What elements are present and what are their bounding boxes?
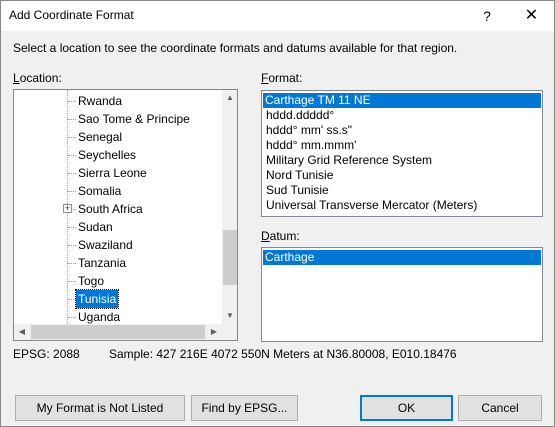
datum-label: Datum: (261, 229, 300, 243)
tree-connector-branch (68, 101, 76, 102)
expand-icon[interactable]: + (63, 204, 72, 213)
horizontal-scroll-thumb[interactable] (31, 325, 205, 339)
format-list-item[interactable]: Sud Tunisie (264, 183, 331, 198)
scroll-right-icon[interactable]: ▶ (206, 324, 222, 340)
format-label: Format: (261, 71, 303, 85)
tree-connector-branch (68, 173, 76, 174)
window-title: Add Coordinate Format (9, 8, 134, 22)
location-label: Location: (13, 71, 62, 85)
datum-listbox[interactable]: Carthage (261, 247, 543, 342)
scroll-left-icon[interactable]: ◀ (14, 324, 30, 340)
location-tree-item[interactable]: Rwanda (76, 92, 124, 110)
format-list-item[interactable]: hddd° mm' ss.s" (264, 123, 354, 138)
format-list-item[interactable]: Carthage TM 11 NE (263, 93, 541, 108)
vertical-scroll-thumb[interactable] (223, 230, 237, 285)
tree-connector-branch (68, 155, 76, 156)
location-horizontal-scrollbar[interactable]: ◀ ▶ (14, 324, 222, 340)
scroll-down-icon[interactable]: ▼ (222, 308, 237, 324)
location-tree-item[interactable]: Swaziland (76, 236, 135, 254)
location-tree-item[interactable]: Sudan (76, 218, 115, 236)
ok-button[interactable]: OK (360, 395, 453, 421)
format-list-item[interactable]: hddd° mm.mmm' (264, 138, 358, 153)
add-coordinate-format-dialog: Add Coordinate Format ? ✕ Select a locat… (0, 0, 555, 427)
epsg-code: EPSG: 2088 (13, 347, 80, 361)
find-by-epsg-button[interactable]: Find by EPSG... (191, 395, 298, 421)
tree-connector-branch (68, 263, 76, 264)
location-tree[interactable]: Rwanda Sao Tome & Principe Senegal Seychell… (13, 89, 238, 341)
help-button[interactable]: ? (467, 1, 507, 31)
location-tree-item[interactable]: Tanzania (76, 254, 128, 272)
location-tree-item[interactable]: Togo (76, 272, 106, 290)
format-list-item[interactable]: Military Grid Reference System (264, 153, 434, 168)
location-tree-item[interactable]: Somalia (76, 182, 123, 200)
sample-coordinate: Sample: 427 216E 4072 550N Meters at N36… (109, 347, 457, 361)
cancel-button[interactable]: Cancel (458, 395, 542, 421)
location-tree-item[interactable]: Tunisia (74, 289, 120, 309)
my-format-not-listed-button[interactable]: My Format is Not Listed (15, 395, 185, 421)
tree-connector-branch (68, 119, 76, 120)
close-button[interactable]: ✕ (509, 1, 554, 31)
tree-connector-branch (68, 137, 76, 138)
location-tree-items: Rwanda Sao Tome & Principe Senegal Seychell… (14, 90, 222, 324)
format-list-item[interactable]: Universal Transverse Mercator (Meters) (264, 198, 479, 213)
location-tree-item[interactable]: South Africa (76, 200, 145, 218)
tree-connector-branch (68, 299, 76, 300)
title-bar: Add Coordinate Format ? ✕ (1, 1, 554, 31)
location-tree-item[interactable]: Sierra Leone (76, 164, 149, 182)
location-tree-item[interactable]: Sao Tome & Principe (76, 110, 192, 128)
tree-connector-branch (68, 227, 76, 228)
location-tree-item[interactable]: Senegal (76, 128, 124, 146)
instruction-text: Select a location to see the coordinate … (13, 41, 458, 55)
datum-list-item[interactable]: Carthage (263, 250, 541, 265)
location-tree-item[interactable]: Seychelles (76, 146, 138, 164)
scroll-up-icon[interactable]: ▲ (222, 90, 237, 106)
tree-connector-branch (68, 191, 76, 192)
location-vertical-scrollbar[interactable]: ▲ ▼ (222, 90, 237, 324)
tree-connector-branch (68, 245, 76, 246)
format-list-item[interactable]: hddd.ddddd° (264, 108, 336, 123)
tree-connector-branch (68, 281, 76, 282)
tree-connector-branch (68, 317, 76, 318)
scrollbar-corner (222, 324, 237, 340)
format-list-item[interactable]: Nord Tunisie (264, 168, 335, 183)
format-listbox[interactable]: Carthage TM 11 NE hddd.ddddd° hddd° mm' ss… (261, 90, 543, 217)
